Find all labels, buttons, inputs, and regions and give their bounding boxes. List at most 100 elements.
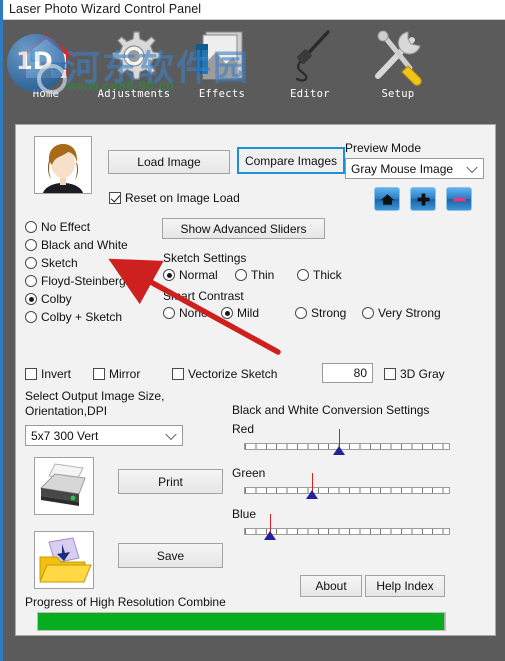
printer-icon <box>34 457 94 515</box>
radio-dot <box>25 257 37 269</box>
progress-bar <box>37 612 446 631</box>
toolbar-item-home[interactable]: Home <box>3 26 89 116</box>
red-slider-knob[interactable] <box>333 446 345 455</box>
contrast-label-none: None <box>179 306 208 320</box>
progress-bar-fill <box>38 613 445 630</box>
effect-radio-sketch[interactable]: Sketch <box>25 256 78 270</box>
photo-stack-icon <box>192 26 252 86</box>
slider-ticks <box>245 444 449 449</box>
title-bar: Laser Photo Wizard Control Panel <box>3 0 505 20</box>
window-title: Laser Photo Wizard Control Panel <box>9 2 202 16</box>
three-d-gray-label: 3D Gray <box>400 367 445 381</box>
progress-label: Progress of High Resolution Combine <box>25 595 226 609</box>
bw-conversion-title: Black and White Conversion Settings <box>232 403 430 417</box>
airbrush-pen-icon <box>280 26 340 86</box>
preview-mode-label: Preview Mode <box>345 141 422 155</box>
checkbox-box <box>109 192 121 204</box>
effect-radio-colby-plus-sketch[interactable]: Colby + Sketch <box>25 310 122 324</box>
sketch-radio-thin[interactable]: Thin <box>235 268 274 282</box>
sketch-radio-normal[interactable]: Normal <box>163 268 218 282</box>
chevron-down-icon <box>466 161 478 173</box>
effect-radio-black-and-white[interactable]: Black and White <box>25 238 128 252</box>
load-image-button[interactable]: Load Image <box>108 150 230 174</box>
radio-dot <box>25 293 37 305</box>
contrast-label-very-strong: Very Strong <box>378 306 441 320</box>
help-index-button[interactable]: Help Index <box>365 575 445 597</box>
checkbox-box <box>384 368 396 380</box>
radio-dot <box>235 269 247 281</box>
compare-images-button[interactable]: Compare Images <box>237 147 345 174</box>
plus-icon <box>417 193 429 205</box>
toolbar-item-adjustments[interactable]: Adjustments <box>91 26 177 116</box>
toolbar-label-editor: Editor <box>290 88 330 100</box>
sketch-label-thin: Thin <box>251 268 275 282</box>
contrast-radio-strong[interactable]: Strong <box>295 306 346 320</box>
preview-mode-select[interactable]: Gray Mouse Image <box>345 158 484 179</box>
mirror-checkbox[interactable]: Mirror <box>93 367 140 381</box>
sketch-settings-title: Sketch Settings <box>163 251 247 265</box>
three-d-gray-checkbox[interactable]: 3D Gray <box>384 367 445 381</box>
checkbox-box <box>172 368 184 380</box>
vectorize-sketch-label: Vectorize Sketch <box>188 367 278 381</box>
toolbar-item-setup[interactable]: Setup <box>355 26 441 116</box>
image-thumbnail[interactable] <box>34 136 92 194</box>
application-window: Laser Photo Wizard Control Panel Home Ad… <box>0 0 505 661</box>
contrast-label-mild: Mild <box>237 306 260 320</box>
blue-channel-slider[interactable] <box>244 514 450 542</box>
toolbar-item-effects[interactable]: Effects <box>179 26 265 116</box>
checkbox-box <box>25 368 37 380</box>
radio-dot <box>362 307 374 319</box>
radio-dot <box>25 275 37 287</box>
effect-label-sketch: Sketch <box>41 256 78 270</box>
home-view-button[interactable] <box>374 187 400 211</box>
zoom-in-button[interactable] <box>410 187 436 211</box>
vectorize-sketch-checkbox[interactable]: Vectorize Sketch <box>172 367 277 381</box>
output-size-select[interactable]: 5x7 300 Vert <box>25 425 183 446</box>
green-channel-slider[interactable] <box>244 473 450 501</box>
contrast-radio-mild[interactable]: Mild <box>221 306 259 320</box>
home-icon <box>380 193 394 205</box>
radio-dot <box>163 307 175 319</box>
save-folder-icon <box>34 531 94 589</box>
wrench-screwdriver-icon <box>368 26 428 86</box>
effect-label-black-and-white: Black and White <box>41 238 128 252</box>
toolbar-label-adjustments: Adjustments <box>97 88 171 100</box>
invert-checkbox[interactable]: Invert <box>25 367 71 381</box>
effect-radio-no-effect[interactable]: No Effect <box>25 220 90 234</box>
radio-dot <box>25 221 37 233</box>
checkbox-box <box>93 368 105 380</box>
mirror-label: Mirror <box>109 367 141 381</box>
about-button[interactable]: About <box>300 575 362 597</box>
invert-label: Invert <box>41 367 72 381</box>
reset-on-image-load-checkbox[interactable]: Reset on Image Load <box>109 191 240 205</box>
effect-radio-colby[interactable]: Colby <box>25 292 72 306</box>
toolbar-label-home: Home <box>32 88 60 100</box>
print-button[interactable]: Print <box>118 469 223 494</box>
toolbar-item-editor[interactable]: Editor <box>267 26 353 116</box>
radio-dot <box>221 307 233 319</box>
contrast-label-strong: Strong <box>311 306 347 320</box>
effect-label-no-effect: No Effect <box>41 220 91 234</box>
chevron-down-icon <box>165 428 177 440</box>
effect-label-colby: Colby <box>41 292 72 306</box>
toolbar-label-effects: Effects <box>198 88 246 100</box>
blue-slider-knob[interactable] <box>264 531 276 540</box>
effect-radio-floyd-steinberg[interactable]: Floyd-Steinberg <box>25 274 126 288</box>
threshold-input[interactable]: 80 <box>322 363 373 383</box>
radio-dot <box>297 269 309 281</box>
output-size-label-line2: Orientation,DPI <box>25 404 108 418</box>
contrast-radio-none[interactable]: None <box>163 306 208 320</box>
sketch-label-normal: Normal <box>179 268 218 282</box>
sketch-label-thick: Thick <box>313 268 342 282</box>
green-slider-knob[interactable] <box>306 490 318 499</box>
contrast-radio-very-strong[interactable]: Very Strong <box>362 306 441 320</box>
red-channel-slider[interactable] <box>244 429 450 457</box>
save-button[interactable]: Save <box>118 543 223 568</box>
radio-dot <box>163 269 175 281</box>
show-advanced-sliders-button[interactable]: Show Advanced Sliders <box>162 218 325 239</box>
output-size-label-line1: Select Output Image Size, <box>25 389 165 403</box>
control-panel: Load Image Compare Images Reset on Image… <box>15 124 496 636</box>
sketch-radio-thick[interactable]: Thick <box>297 268 342 282</box>
toolbar-label-setup: Setup <box>381 88 415 100</box>
zoom-out-button[interactable] <box>446 187 472 211</box>
